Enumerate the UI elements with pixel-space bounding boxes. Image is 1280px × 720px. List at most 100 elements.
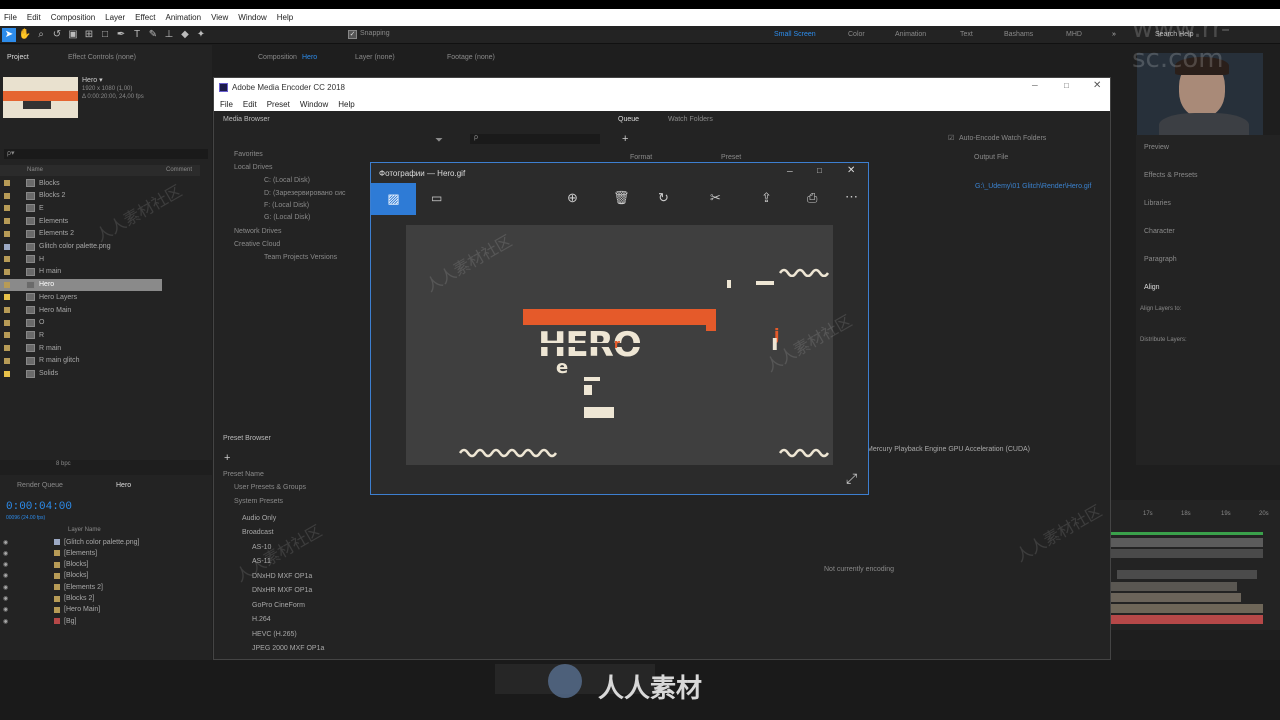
project-search-input[interactable]: ρ▾ — [4, 149, 208, 159]
preset-item[interactable]: GoPro CineForm — [252, 599, 305, 611]
tab-composition-name[interactable]: Hero — [302, 54, 317, 61]
preset-item[interactable]: HEVC (H.265) — [252, 628, 297, 640]
menu-effect[interactable]: Effect — [135, 13, 155, 22]
ame-minimize-icon[interactable]: ─ — [1032, 81, 1038, 90]
photos-maximize-icon[interactable]: □ — [817, 166, 822, 175]
preset-item[interactable]: DNxHR MXF OP1a — [252, 585, 312, 597]
edit-icon[interactable]: ✂ — [710, 190, 721, 206]
label-color-swatch[interactable] — [4, 205, 10, 212]
visibility-eye-icon[interactable]: ◉ — [0, 618, 50, 625]
photos-minimize-icon[interactable]: ─ — [787, 167, 793, 176]
layer-color-swatch[interactable] — [54, 584, 60, 591]
camera-tool-icon[interactable]: ▣ — [66, 28, 80, 42]
zoom-icon[interactable]: ⊕ — [567, 190, 578, 206]
label-color-swatch[interactable] — [4, 319, 10, 326]
label-color-swatch[interactable] — [4, 218, 10, 225]
view-photo-icon[interactable]: ▨ — [371, 183, 416, 215]
layer-row[interactable]: ◉ [Blocks] — [0, 559, 212, 571]
track-bar-2[interactable] — [1111, 549, 1263, 558]
label-color-swatch[interactable] — [4, 294, 10, 301]
label-color-swatch[interactable] — [4, 281, 10, 288]
brush-tool-icon[interactable]: ✎ — [146, 28, 160, 42]
workspace-overflow-icon[interactable]: » — [1112, 26, 1116, 44]
slideshow-icon[interactable]: ▭ — [431, 191, 442, 205]
workspace-color[interactable]: Color — [848, 26, 865, 44]
label-color-swatch[interactable] — [4, 370, 10, 377]
ame-menu-edit[interactable]: Edit — [243, 100, 257, 109]
layer-row[interactable]: ◉ [Blocks 2] — [0, 593, 212, 605]
hand-tool-icon[interactable]: ✋ — [18, 28, 32, 42]
workspace-mhd[interactable]: MHD — [1066, 26, 1082, 44]
drive-f[interactable]: F: (Local Disk) — [264, 202, 309, 209]
label-color-swatch[interactable] — [4, 332, 10, 339]
photos-close-icon[interactable]: ✕ — [847, 165, 855, 176]
add-source-icon[interactable]: + — [622, 133, 628, 145]
col-name[interactable]: Name — [27, 167, 43, 173]
rectangle-tool-icon[interactable]: □ — [98, 28, 112, 42]
tab-render-queue[interactable]: Render Queue — [17, 482, 63, 489]
col-comment[interactable]: Comment — [166, 167, 192, 173]
eraser-tool-icon[interactable]: ◆ — [178, 28, 192, 42]
clone-tool-icon[interactable]: ⊥ — [162, 28, 176, 42]
project-item[interactable]: R — [0, 329, 200, 341]
track-bar-6[interactable] — [1111, 604, 1263, 613]
preset-item[interactable]: Broadcast — [242, 527, 274, 539]
layer-color-swatch[interactable] — [54, 606, 60, 613]
pan-behind-tool-icon[interactable]: ⊞ — [82, 28, 96, 42]
auto-encode-checkbox[interactable]: ☑ — [948, 134, 954, 142]
bpc-label[interactable]: 8 bpc — [56, 461, 71, 467]
track-bar-3[interactable] — [1117, 570, 1257, 579]
track-bar-4[interactable] — [1111, 582, 1237, 591]
ame-maximize-icon[interactable]: □ — [1064, 81, 1069, 90]
col-output-file[interactable]: Output File — [974, 154, 1008, 161]
add-preset-icon[interactable]: + — [224, 452, 230, 464]
current-timecode[interactable]: 0:00:04:00 — [6, 501, 72, 513]
layer-color-swatch[interactable] — [54, 572, 60, 579]
project-item[interactable]: Hero — [0, 278, 162, 291]
drive-g[interactable]: G: (Local Disk) — [264, 214, 310, 221]
menu-layer[interactable]: Layer — [105, 13, 125, 22]
visibility-eye-icon[interactable]: ◉ — [0, 606, 50, 613]
project-item[interactable]: H — [0, 253, 200, 265]
menu-view[interactable]: View — [211, 13, 228, 22]
drive-d[interactable]: D: (Зарезервировано сис — [264, 190, 346, 197]
label-color-swatch[interactable] — [4, 192, 10, 199]
col-layer-name[interactable]: Layer Name — [68, 527, 101, 533]
selection-tool-icon[interactable]: ➤ — [2, 27, 16, 42]
project-item[interactable]: O — [0, 317, 200, 329]
panel-align[interactable]: Align — [1144, 284, 1160, 291]
filter-icon[interactable]: ⏷ — [435, 135, 443, 146]
network-drives-item[interactable]: Network Drives — [234, 228, 281, 235]
col-preset[interactable]: Preset — [721, 154, 741, 161]
media-search-input[interactable]: ρ — [470, 134, 600, 144]
preset-item[interactable]: JPEG 2000 MXF OP1a — [252, 643, 324, 655]
preset-name-header[interactable]: Preset Name — [223, 471, 264, 478]
layer-row[interactable]: ◉ [Blocks] — [0, 570, 212, 582]
tab-media-browser[interactable]: Media Browser — [223, 116, 270, 123]
ame-close-icon[interactable]: ✕ — [1093, 80, 1101, 91]
panel-preview[interactable]: Preview — [1144, 144, 1169, 151]
layer-row[interactable]: ◉ [Hero Main] — [0, 604, 212, 616]
preset-item[interactable]: H.264 — [252, 614, 271, 626]
favorites-item[interactable]: Favorites — [234, 151, 263, 158]
project-item[interactable]: Solids — [0, 368, 200, 380]
layer-color-swatch[interactable] — [54, 618, 60, 625]
panel-paragraph[interactable]: Paragraph — [1144, 256, 1177, 263]
panel-character[interactable]: Character — [1144, 228, 1175, 235]
col-format[interactable]: Format — [630, 154, 652, 161]
snapping-checkbox[interactable]: ✓ — [348, 30, 357, 39]
label-color-swatch[interactable] — [4, 357, 10, 364]
label-color-swatch[interactable] — [4, 180, 10, 186]
workspace-small-screen[interactable]: Small Screen — [774, 26, 816, 44]
label-color-swatch[interactable] — [4, 256, 10, 263]
label-color-swatch[interactable] — [4, 230, 10, 237]
drive-c[interactable]: C: (Local Disk) — [264, 177, 310, 184]
comp-name[interactable]: Hero ▾ — [82, 76, 103, 84]
ame-menu-help[interactable]: Help — [338, 100, 354, 109]
rotate-icon[interactable]: ↻ — [658, 190, 669, 206]
layer-color-swatch[interactable] — [54, 550, 60, 557]
tab-footage[interactable]: Footage (none) — [447, 54, 495, 61]
track-bar-bg[interactable] — [1111, 615, 1263, 624]
ame-menu-window[interactable]: Window — [300, 100, 328, 109]
puppet-tool-icon[interactable]: ✦ — [194, 28, 208, 42]
